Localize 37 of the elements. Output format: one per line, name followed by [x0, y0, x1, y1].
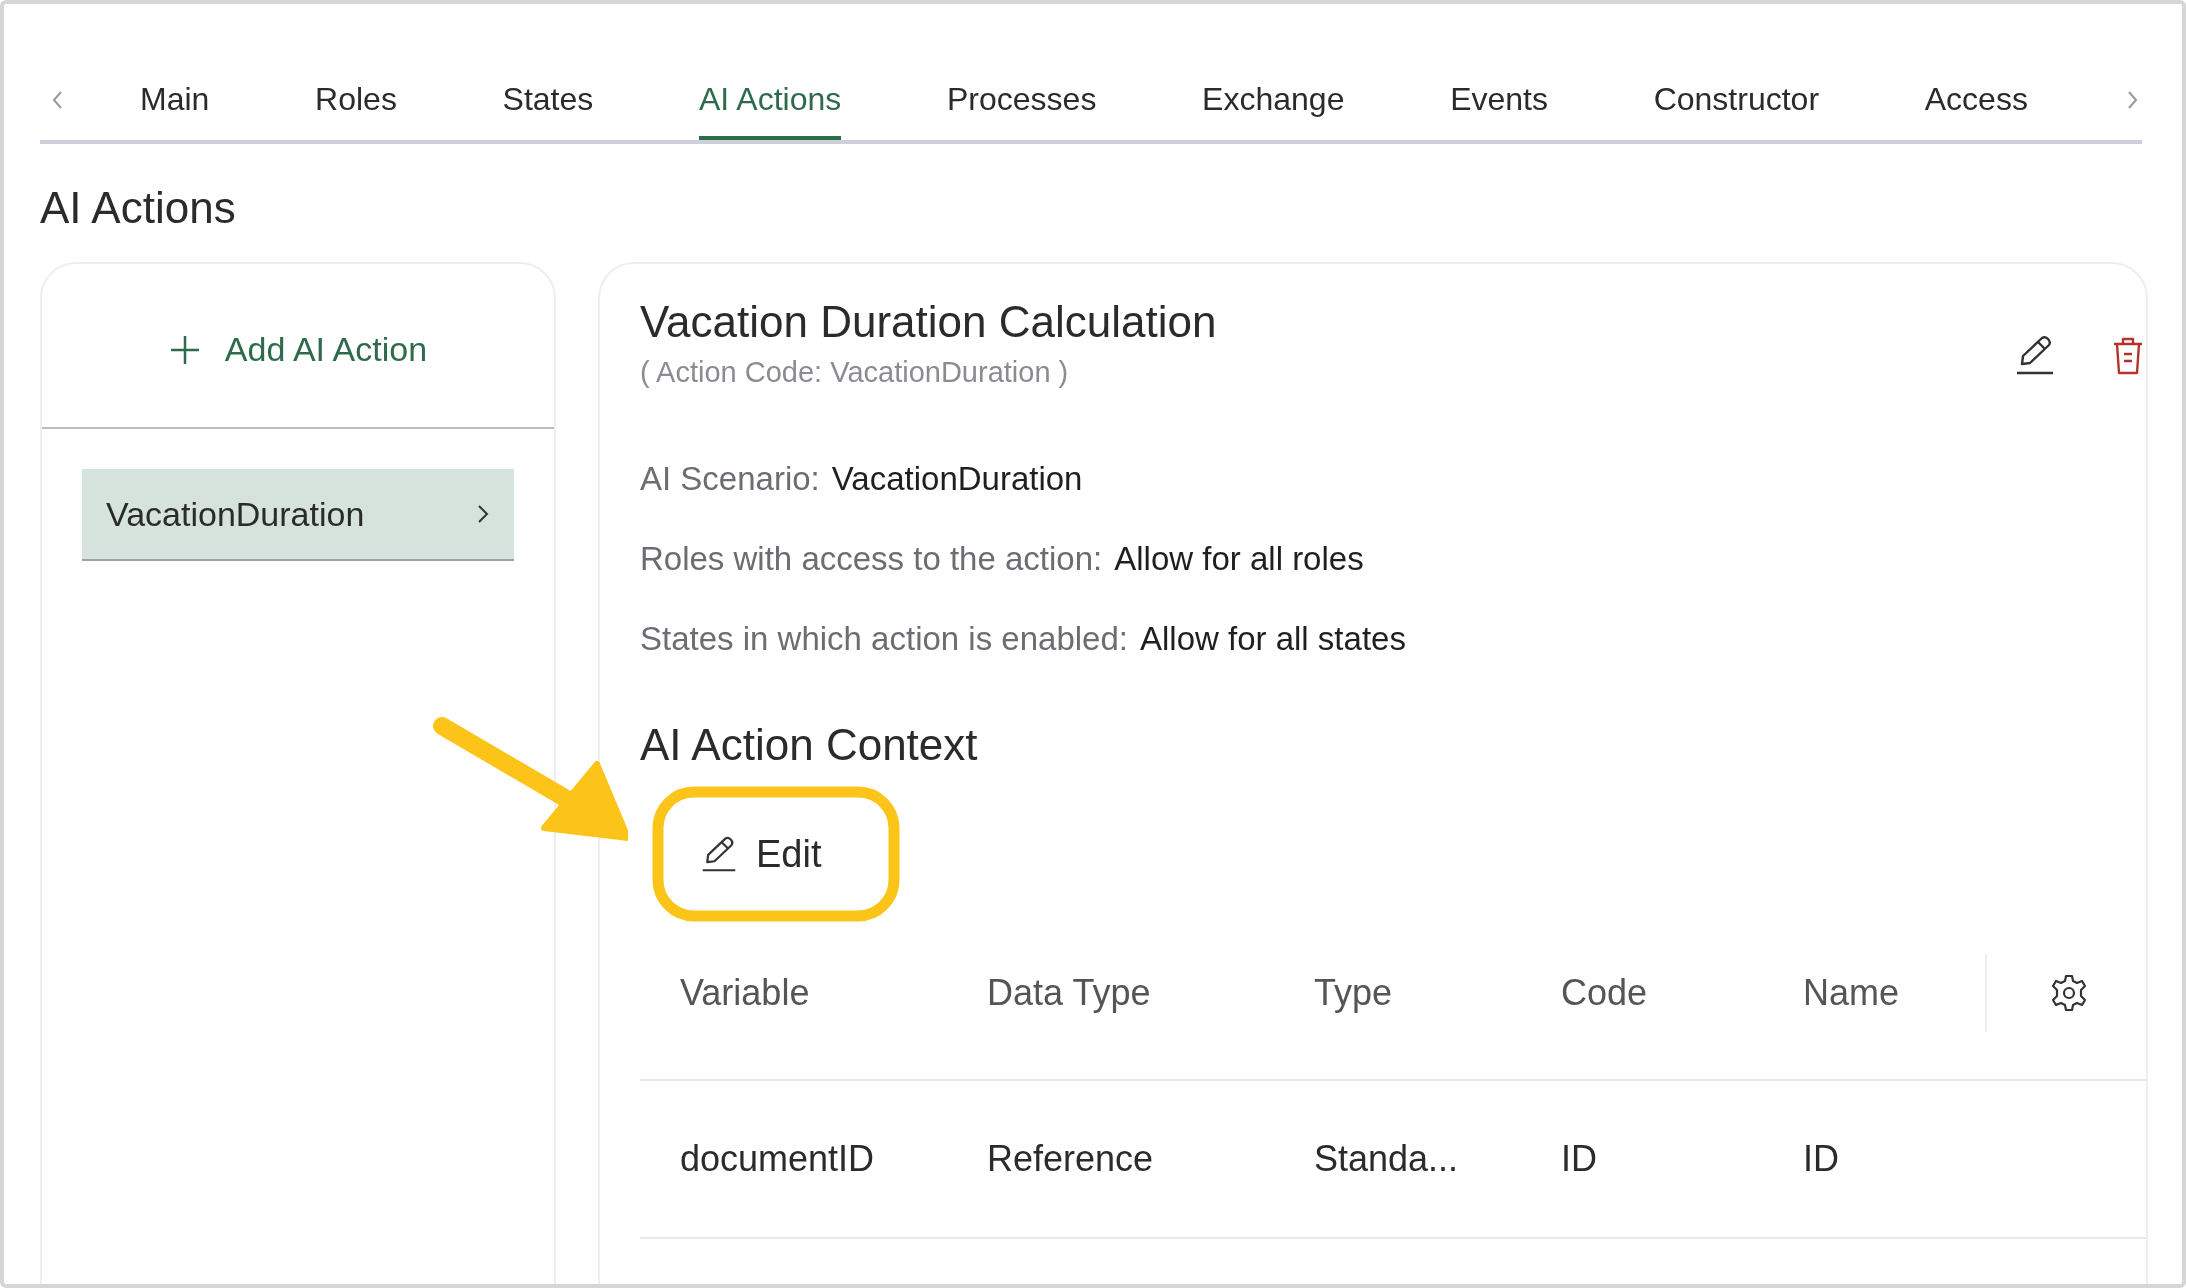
- table-cell-text: Standa...: [1314, 1137, 1460, 1181]
- tab[interactable]: Processes: [947, 60, 1097, 140]
- tab[interactable]: Events: [1450, 60, 1548, 140]
- field-label: Roles with access to the action:: [640, 539, 1103, 579]
- column-header: Type: [1314, 971, 1394, 1015]
- column-header: Code: [1561, 971, 1649, 1015]
- edit-icon[interactable]: [2014, 334, 2056, 376]
- field-value: Allow for all states: [1139, 619, 1406, 659]
- column-header: Name: [1803, 971, 1901, 1015]
- table-cell-text: Reference: [987, 1137, 1155, 1181]
- tab[interactable]: Access: [1924, 60, 2028, 140]
- field-value: VacationDuration: [831, 459, 1083, 499]
- field-label: AI Scenario:: [640, 459, 820, 499]
- table-cell-text: documentID: [680, 1137, 876, 1181]
- add-action-button[interactable]: Add AI Action: [168, 324, 428, 375]
- sidebar-item[interactable]: VacationDuration: [82, 469, 514, 561]
- action-code: ( Action Code: VacationDuration ): [640, 355, 1070, 390]
- tab[interactable]: AI Actions: [699, 60, 842, 140]
- tab[interactable]: States: [502, 60, 594, 140]
- field-value: Allow for all roles: [1114, 539, 1364, 579]
- settings-icon[interactable]: [2049, 973, 2089, 1013]
- tab[interactable]: Constructor: [1653, 60, 1820, 140]
- plus-icon: [168, 333, 201, 366]
- page-title: AI Actions: [40, 182, 237, 234]
- trash-icon[interactable]: [2112, 336, 2144, 376]
- column-header: Variable: [680, 971, 811, 1015]
- tab[interactable]: Roles: [315, 60, 397, 140]
- column-header: Data Type: [987, 971, 1152, 1015]
- chevron-right-icon: [476, 503, 490, 525]
- section-heading: AI Action Context: [640, 719, 979, 771]
- table-cell-text: ID: [1561, 1137, 1598, 1181]
- field-label: States in which action is enabled:: [640, 619, 1128, 659]
- tab[interactable]: Exchange: [1202, 60, 1345, 140]
- table-cell-text: ID: [1803, 1137, 1840, 1181]
- edit-icon: [700, 835, 738, 873]
- tab[interactable]: Main: [140, 60, 210, 140]
- action-title: Vacation Duration Calculation: [640, 296, 1218, 348]
